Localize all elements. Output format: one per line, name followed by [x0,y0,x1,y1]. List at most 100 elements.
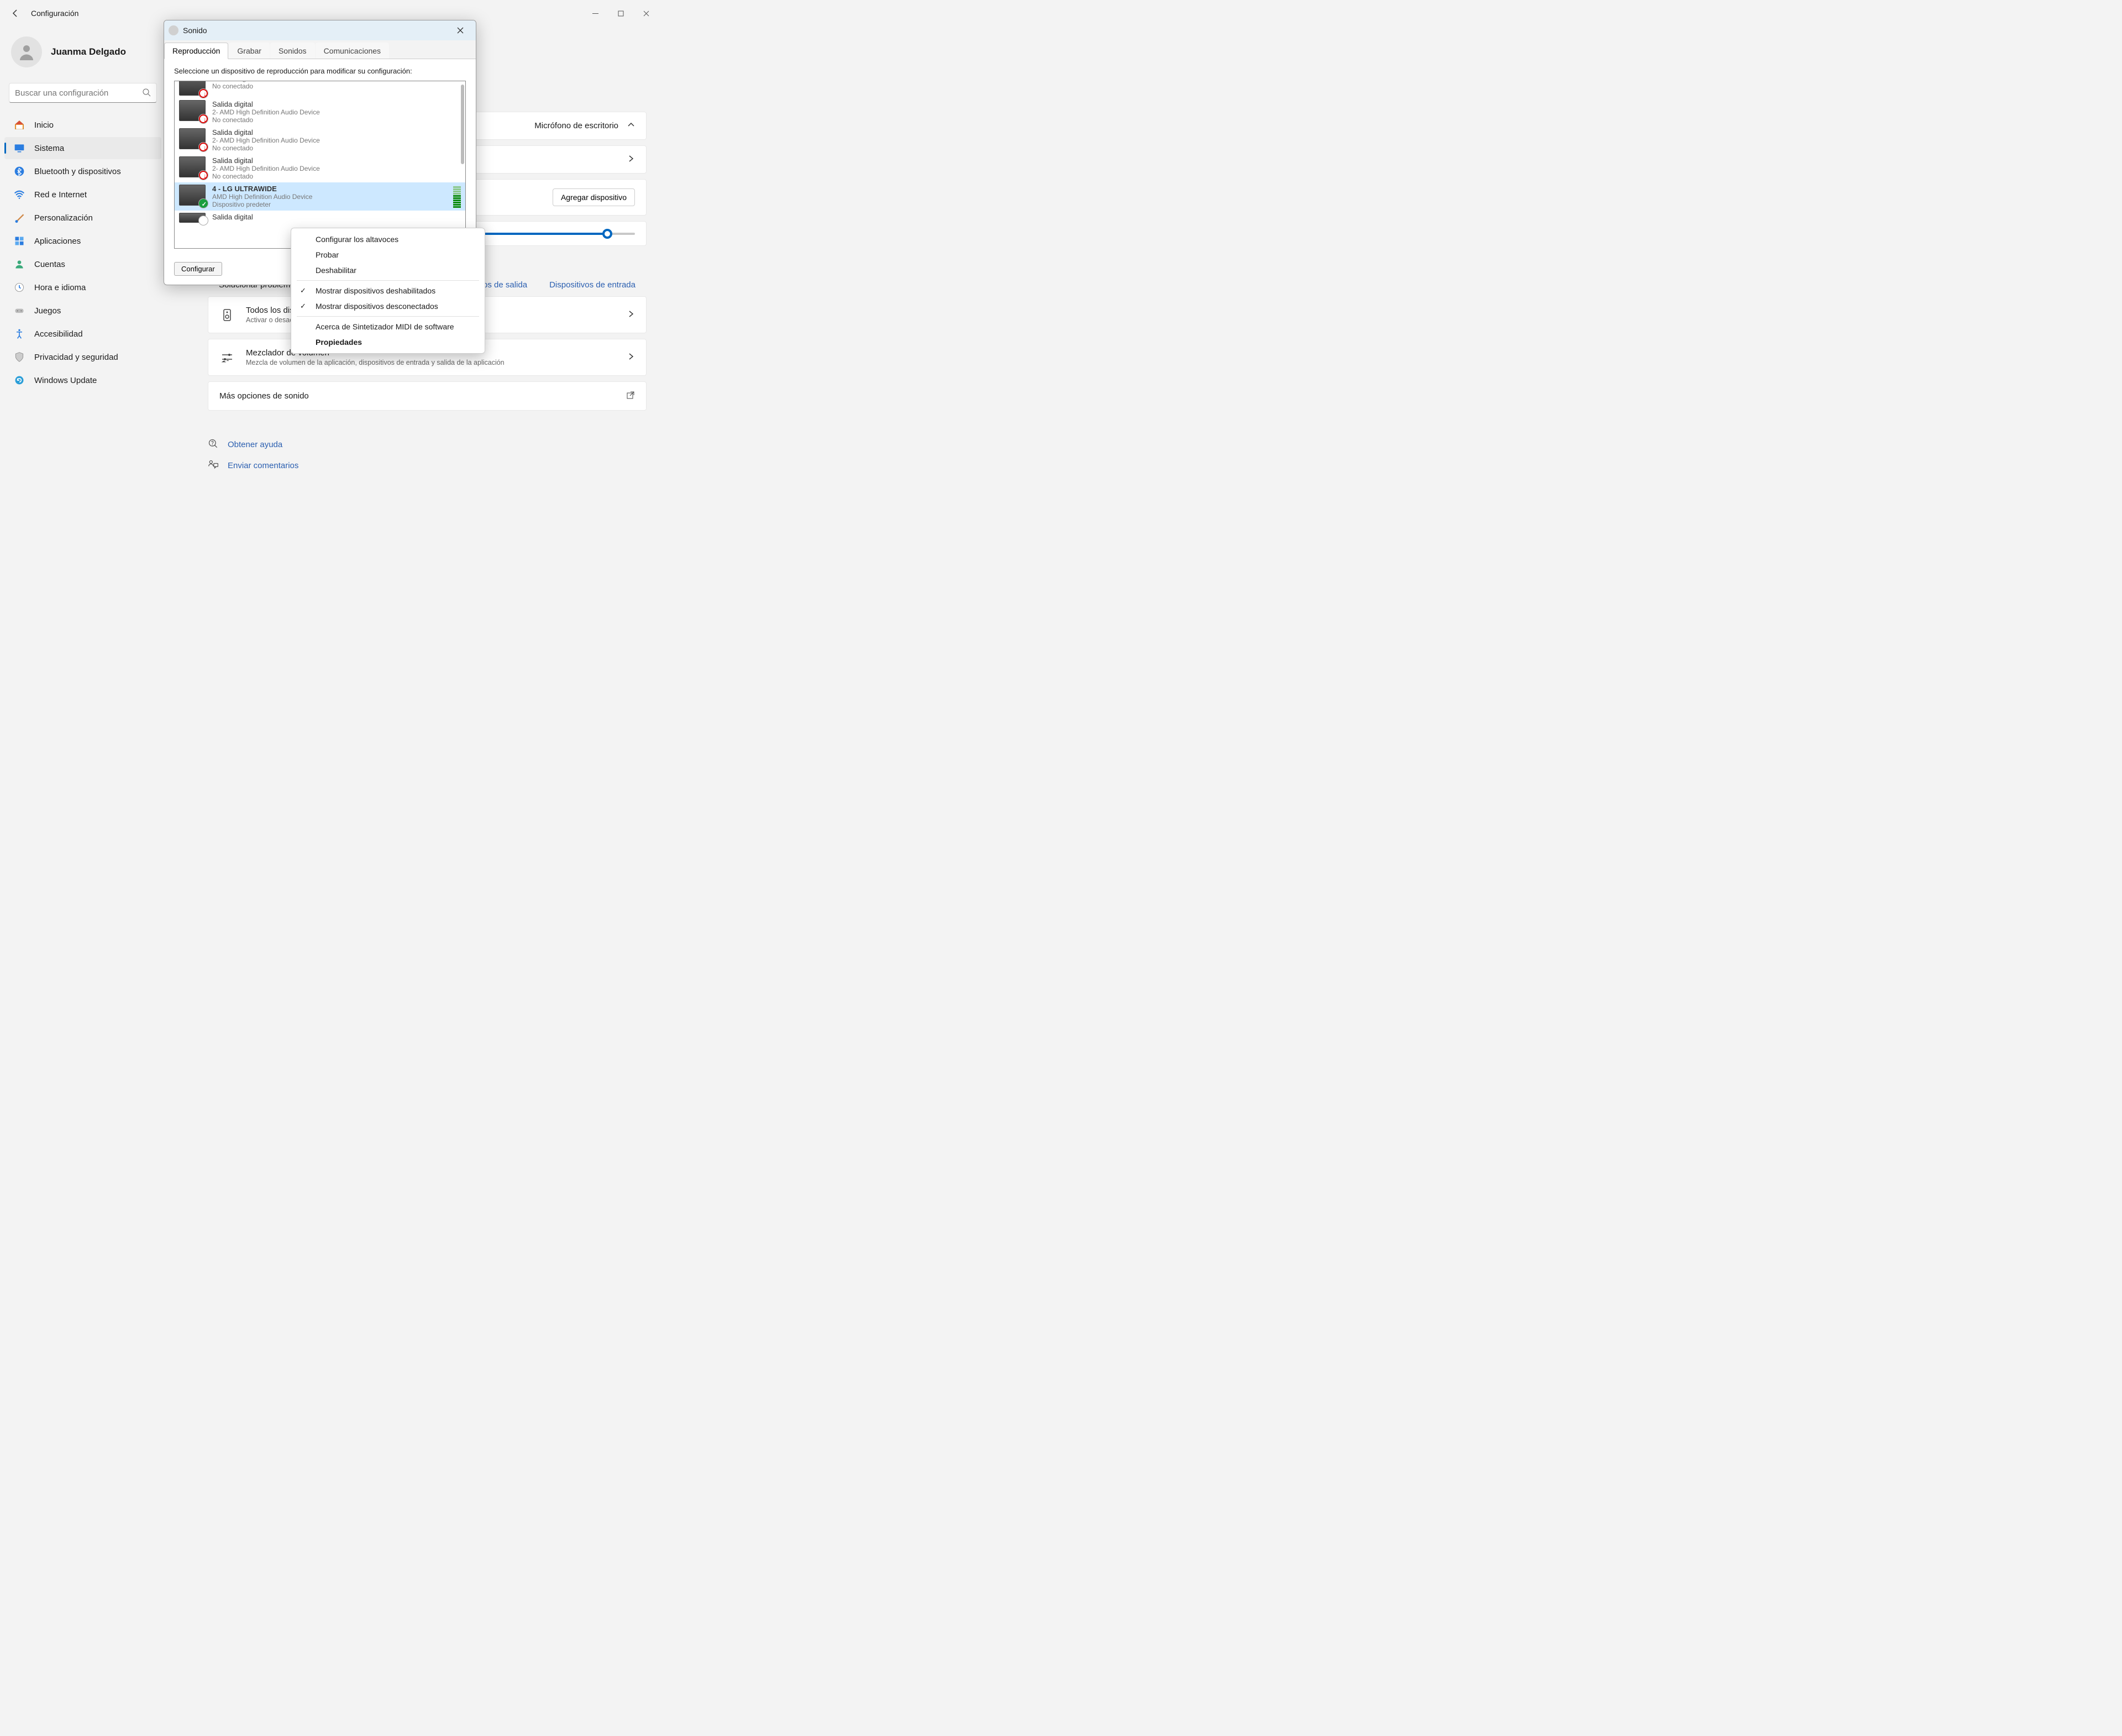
input-devices-link[interactable]: Dispositivos de entrada [549,280,635,290]
help-label: Obtener ayuda [228,440,282,449]
add-device-button[interactable]: Agregar dispositivo [553,188,635,206]
menu-deshabilitar[interactable]: Deshabilitar [291,263,485,278]
update-icon [13,374,25,386]
bluetooth-icon [13,165,25,177]
device-name: Salida digital [212,156,461,165]
device-item[interactable]: 2- AMD High Definition Audio Device No c… [175,81,465,98]
dialog-titlebar[interactable]: Sonido [164,20,476,40]
nav-sistema[interactable]: Sistema [4,137,161,159]
device-item[interactable]: Salida digital 2- AMD High Definition Au… [175,98,465,126]
nav-label: Personalización [34,213,93,223]
monitor-icon [179,156,206,177]
sound-dialog-icon [169,25,178,35]
nav-inicio[interactable]: Inicio [4,114,161,136]
wifi-icon [13,188,25,201]
dialog-instruction: Seleccione un dispositivo de reproducció… [174,67,466,75]
feedback-label: Enviar comentarios [228,461,298,470]
chevron-up-icon [627,121,635,130]
menu-midi[interactable]: Acerca de Sintetizador MIDI de software [291,319,485,334]
more-sound-title: Más opciones de sonido [219,391,626,401]
nav-juegos[interactable]: Juegos [4,300,161,322]
device-status: No conectado [212,116,461,124]
search-input[interactable] [15,88,142,98]
system-icon [13,142,25,154]
mixer-icon [219,350,235,365]
nav-cuentas[interactable]: Cuentas [4,253,161,275]
nav-update[interactable]: Windows Update [4,369,161,391]
device-name: 4 - LG ULTRAWIDE [212,185,450,193]
help-link[interactable]: Obtener ayuda [208,438,647,450]
chevron-right-icon [627,310,635,319]
configure-button[interactable]: Configurar [174,262,222,276]
feedback-icon [208,459,220,471]
gamepad-icon [13,305,25,317]
nav-bluetooth[interactable]: Bluetooth y dispositivos [4,160,161,182]
device-name: Salida digital [212,100,461,108]
dialog-title: Sonido [183,26,449,35]
nav-accesibilidad[interactable]: Accesibilidad [4,323,161,345]
brush-icon [13,212,25,224]
device-item[interactable]: Salida digital 2- AMD High Definition Au… [175,154,465,182]
feedback-link[interactable]: Enviar comentarios [208,459,647,471]
home-icon [13,119,25,131]
search-box[interactable] [9,83,157,103]
avatar [11,36,42,67]
device-item[interactable]: Salida digital 2- AMD High Definition Au… [175,126,465,154]
apps-icon [13,235,25,247]
tab-comunicaciones[interactable]: Comunicaciones [316,43,390,59]
more-sound-card[interactable]: Más opciones de sonido [208,381,647,411]
clock-icon [13,281,25,293]
user-block[interactable]: Juanma Delgado [0,33,166,78]
search-icon [142,88,151,98]
device-item[interactable]: Salida digital [175,211,465,225]
nav-aplicaciones[interactable]: Aplicaciones [4,230,161,252]
tab-sonidos[interactable]: Sonidos [270,43,315,59]
nav-label: Privacidad y seguridad [34,353,118,362]
device-status: No conectado [212,144,461,152]
device-list[interactable]: 2- AMD High Definition Audio Device No c… [174,81,466,249]
output-devices-link[interactable]: os de salida [483,280,527,290]
accessibility-icon [13,328,25,340]
monitor-icon [179,81,206,96]
nav-red[interactable]: Red e Internet [4,183,161,206]
sidebar: Juanma Delgado Inicio Sistema Bluetooth … [0,27,166,399]
volume-meter [453,186,461,208]
nav-label: Juegos [34,306,61,316]
dialog-close-button[interactable] [449,23,471,38]
minimize-button[interactable] [582,4,608,22]
device-item-selected[interactable]: 4 - LG ULTRAWIDE AMD High Definition Aud… [175,182,465,211]
back-button[interactable] [4,2,27,24]
device-name: Salida digital [212,128,461,137]
nav-personalizacion[interactable]: Personalización [4,207,161,229]
close-button[interactable] [633,4,659,22]
nav-label: Aplicaciones [34,237,81,246]
monitor-icon [179,100,206,121]
tab-grabar[interactable]: Grabar [229,43,270,59]
mixer-subtitle: Mezcla de volumen de la aplicación, disp… [246,359,627,366]
chevron-right-icon [627,353,635,362]
menu-probar[interactable]: Probar [291,247,485,263]
chevron-right-icon[interactable] [627,155,635,164]
shield-icon [13,351,25,363]
menu-configure-speakers[interactable]: Configurar los altavoces [291,232,485,247]
nav-privacidad[interactable]: Privacidad y seguridad [4,346,161,368]
nav-label: Red e Internet [34,190,87,200]
user-name: Juanma Delgado [51,46,126,57]
external-link-icon [626,391,635,401]
device-status: No conectado [212,172,461,180]
maximize-button[interactable] [608,4,633,22]
user-icon [13,258,25,270]
tab-reproduccion[interactable]: Reproducción [164,43,228,59]
nav-label: Inicio [34,120,54,130]
nav-label: Hora e idioma [34,283,86,292]
monitor-icon [179,213,206,223]
device-name: Salida digital [212,213,461,221]
menu-show-disconnected[interactable]: Mostrar dispositivos desconectados [291,298,485,314]
nav-label: Sistema [34,144,64,153]
menu-show-disabled[interactable]: Mostrar dispositivos deshabilitados [291,283,485,298]
menu-propiedades[interactable]: Propiedades [291,334,485,350]
nav-label: Accesibilidad [34,329,83,339]
nav-hora[interactable]: Hora e idioma [4,276,161,298]
window-title: Configuración [31,9,582,18]
menu-separator [297,280,479,281]
